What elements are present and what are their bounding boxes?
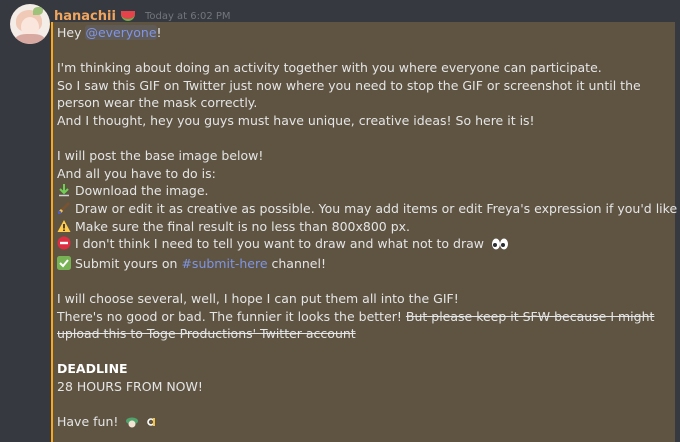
step-draw-text: Draw or edit it as creative as possible.… [75,200,680,216]
greeting-line: Hey @everyone! [57,24,675,42]
arrow-down-icon [57,183,71,197]
everyone-mention[interactable]: @everyone [85,25,157,40]
funny-text: There's no good or bad. The funnier it l… [57,308,406,324]
step-rules-text: I don't think I need to tell you want to… [75,236,484,252]
check-mark-icon [57,255,71,270]
paragraph-line: So I saw this GIF on Twitter just now wh… [57,77,641,111]
closing-line: Have fun! [57,413,675,431]
step-submit: Submit yours on #submit-here channel! [57,255,675,273]
greeting-suffix: ! [156,25,162,40]
eyes-icon [491,237,509,255]
avatar[interactable] [10,4,50,44]
custom-emoji-icon[interactable] [126,415,139,428]
step-download: Download the image. [57,182,675,200]
timestamp[interactable]: Today at 6:02 PM [145,11,231,22]
avatar-leaf [33,7,43,15]
paragraph-line: I will choose several, well, I hope I ca… [57,290,459,306]
greeting-text: Hey [57,25,86,40]
step-submit-text: Submit yours on [75,255,182,271]
step-draw: Draw or edit it as creative as possible.… [57,200,680,218]
paragraph-line: I'm thinking about doing an activity tog… [57,60,602,76]
deadline-title: DEADLINE [57,361,128,377]
paintbrush-icon [57,201,71,215]
paragraph-line: I will post the base image below! [57,148,264,164]
step-size: Make sure the final result is no less th… [57,218,675,236]
warning-icon [57,219,71,233]
step-download-text: Download the image. [75,183,209,199]
paragraph-line: And all you have to do is: [57,165,216,181]
avatar-clothes [15,34,45,44]
closing-text: Have fun! [57,414,119,430]
ok-hand-icon[interactable] [146,415,158,427]
step-submit-suffix: channel! [267,255,326,271]
watermelon-icon [120,11,135,21]
message-content: Hey @everyone! I'm thinking about doing … [51,22,680,442]
step-rules: I don't think I need to tell you want to… [57,235,675,255]
submit-channel-link[interactable]: #submit-here [181,256,267,271]
no-entry-icon [57,236,71,250]
step-size-text: Make sure the final result is no less th… [75,218,411,234]
paragraph-line: There's no good or bad. The funnier it l… [57,308,675,343]
deadline-value: 28 HOURS FROM NOW! [57,378,203,394]
paragraph-line: And I thought, hey you guys must have un… [57,112,535,128]
